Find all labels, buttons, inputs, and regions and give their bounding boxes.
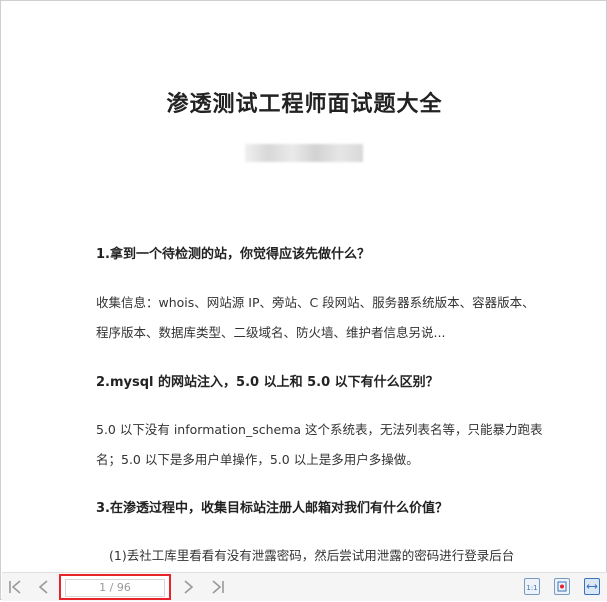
fit-page-icon[interactable]	[554, 578, 570, 595]
answer-1-line-2: 程序版本、数据库类型、二级域名、防火墙、维护者信息另说...	[96, 325, 446, 340]
page-toolbar: 1 / 96 1:1	[2, 572, 607, 601]
question-3: 3.在渗透过程中，收集目标站注册人邮箱对我们有什么价值？	[96, 501, 448, 516]
answer-2-line-1: 5.0 以下没有 information_schema 这个系统表，无法列表名等…	[96, 422, 543, 437]
fit-width-icon[interactable]	[584, 578, 600, 595]
question-1: 1.拿到一个待检测的站，你觉得应该先做什么？	[96, 247, 370, 262]
document-page[interactable]: 渗透测试工程师面试题大全 1.拿到一个待检测的站，你觉得应该先做什么？ 收集信息…	[2, 2, 607, 572]
next-page-icon[interactable]	[178, 577, 198, 597]
prev-page-icon[interactable]	[34, 577, 54, 597]
answer-1-line-1: 收集信息：whois、网站源 IP、旁站、C 段网站、服务器系统版本、容器版本、	[96, 295, 535, 310]
svg-text:1:1: 1:1	[526, 584, 537, 592]
document-title: 渗透测试工程师面试题大全	[166, 92, 443, 117]
answer-3-line-1: (1)丢社工库里看看有没有泄露密码，然后尝试用泄露的密码进行登录后台	[109, 548, 515, 563]
author-blurred	[245, 144, 363, 162]
question-2: 2.mysql 的网站注入，5.0 以上和 5.0 以下有什么区别？	[96, 375, 439, 390]
page-number-input[interactable]: 1 / 96	[65, 579, 165, 597]
last-page-icon[interactable]	[207, 577, 227, 597]
first-page-icon[interactable]	[6, 577, 26, 597]
actual-size-icon[interactable]: 1:1	[524, 578, 540, 595]
answer-2-line-2: 名；5.0 以下是多用户单操作，5.0 以上是多用户多操做。	[96, 452, 419, 467]
viewer-frame: 渗透测试工程师面试题大全 1.拿到一个待检测的站，你觉得应该先做什么？ 收集信息…	[0, 0, 607, 601]
page-indicator-highlight: 1 / 96	[59, 574, 171, 600]
